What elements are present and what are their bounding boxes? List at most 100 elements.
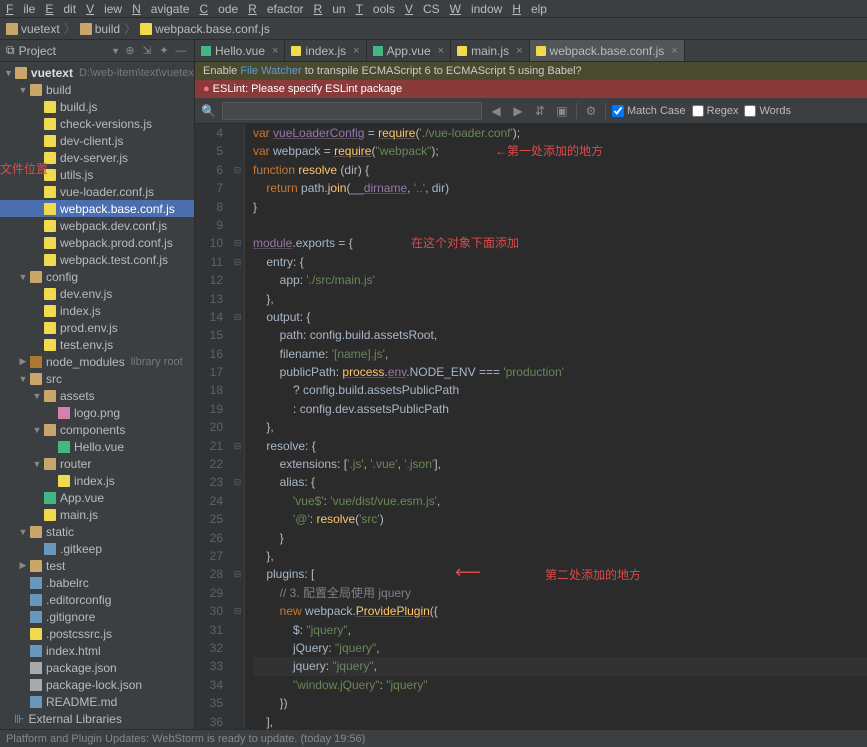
tree-item--babelrc[interactable]: .babelrc	[0, 574, 194, 591]
close-icon[interactable]: ×	[353, 45, 359, 57]
settings-icon[interactable]: ✦	[157, 44, 171, 58]
txt-icon	[30, 577, 42, 589]
code-editor[interactable]: 4567891011121314151617181920212223242526…	[195, 124, 867, 729]
close-icon[interactable]: ×	[516, 45, 522, 57]
words-checkbox[interactable]: Words	[744, 105, 791, 117]
status-message[interactable]: Platform and Plugin Updates: WebStorm is…	[6, 733, 365, 745]
tree-item-index-html[interactable]: index.html	[0, 642, 194, 659]
tree-item-vue-loader-conf-js[interactable]: vue-loader.conf.js	[0, 183, 194, 200]
tree-item-main-js[interactable]: main.js	[0, 506, 194, 523]
scroll-from-source-icon[interactable]: ⊕	[123, 44, 137, 58]
tree-item-router[interactable]: ▼router	[0, 455, 194, 472]
tree-item-build-js[interactable]: build.js	[0, 98, 194, 115]
breadcrumb-folder[interactable]: build	[95, 22, 120, 36]
next-match-icon[interactable]: ▶	[510, 103, 526, 119]
js-icon	[457, 46, 467, 56]
tab-index-js[interactable]: index.js×	[285, 40, 366, 61]
tree-item-webpack-dev-conf-js[interactable]: webpack.dev.conf.js	[0, 217, 194, 234]
menu-window[interactable]: Window	[450, 2, 503, 15]
tree-item-package-lock-json[interactable]: package-lock.json	[0, 676, 194, 693]
tree-item-index-js[interactable]: index.js	[0, 472, 194, 489]
folder-icon	[44, 458, 56, 470]
tree-item--editorconfig[interactable]: .editorconfig	[0, 591, 194, 608]
menu-view[interactable]: View	[86, 2, 122, 15]
tree-item-test[interactable]: ▶test	[0, 557, 194, 574]
tree-item-node_modules[interactable]: ▶node_moduleslibrary root	[0, 353, 194, 370]
file-watcher-link[interactable]: File Watcher	[240, 65, 301, 77]
tree-item-logo-png[interactable]: logo.png	[0, 404, 194, 421]
breadcrumb-file[interactable]: webpack.base.conf.js	[155, 22, 270, 36]
tree-item-src[interactable]: ▼src	[0, 370, 194, 387]
menu-help[interactable]: Help	[512, 2, 547, 15]
menu-file[interactable]: File	[6, 2, 35, 15]
breadcrumb: vuetext 〉 build 〉 webpack.base.conf.js	[0, 18, 867, 40]
js-icon	[44, 509, 56, 521]
close-icon[interactable]: ×	[438, 45, 444, 57]
folder-icon	[30, 84, 42, 96]
vue-icon	[58, 441, 70, 453]
tree-item-build[interactable]: ▼build	[0, 81, 194, 98]
tree-item-check-versions-js[interactable]: check-versions.js	[0, 115, 194, 132]
tree-item-webpack-test-conf-js[interactable]: webpack.test.conf.js	[0, 251, 194, 268]
json-icon	[30, 679, 42, 691]
collapse-all-icon[interactable]: ⇲	[140, 44, 154, 58]
eslint-error-banner: ●ESLint: Please specify ESLint package	[195, 80, 867, 98]
menu-code[interactable]: Code	[199, 2, 238, 15]
tree-item--postcssrc-js[interactable]: .postcssrc.js	[0, 625, 194, 642]
menu-edit[interactable]: Edit	[45, 2, 76, 15]
editor-tabs: Hello.vue×index.js×App.vue×main.js×webpa…	[195, 40, 867, 62]
tree-item-webpack-base-conf-js[interactable]: webpack.base.conf.js	[0, 200, 194, 217]
tree-item-dev-env-js[interactable]: dev.env.js	[0, 285, 194, 302]
annotation: 第二处添加的地方	[545, 566, 641, 584]
tree-item-index-js[interactable]: index.js	[0, 302, 194, 319]
tree-item-config[interactable]: ▼config	[0, 268, 194, 285]
breadcrumb-project[interactable]: vuetext	[21, 22, 60, 36]
txt-icon	[44, 543, 56, 555]
tree-item--gitkeep[interactable]: .gitkeep	[0, 540, 194, 557]
js-icon	[58, 475, 70, 487]
search-input[interactable]	[222, 102, 482, 120]
txt-icon	[30, 645, 42, 657]
regex-checkbox[interactable]: Regex	[692, 105, 739, 117]
tab-main-js[interactable]: main.js×	[451, 40, 529, 61]
file-watcher-banner: Enable File Watcher to transpile ECMAScr…	[195, 62, 867, 80]
tab-App-vue[interactable]: App.vue×	[367, 40, 451, 61]
menu-run[interactable]: Run	[314, 2, 346, 15]
add-selection-icon[interactable]: ▣	[554, 103, 570, 119]
vue-icon	[44, 492, 56, 504]
tree-item-dev-client-js[interactable]: dev-client.js	[0, 132, 194, 149]
tree-item-App-vue[interactable]: App.vue	[0, 489, 194, 506]
folder-icon	[6, 23, 18, 35]
menu-vcs[interactable]: VCS	[405, 2, 440, 15]
external-libraries[interactable]: ⊪External Libraries	[0, 710, 194, 727]
hide-icon[interactable]: —	[174, 44, 188, 58]
js-icon	[44, 288, 56, 300]
folder-icon	[30, 526, 42, 538]
menu-tools[interactable]: Tools	[356, 2, 395, 15]
tree-item--gitignore[interactable]: .gitignore	[0, 608, 194, 625]
txt-icon	[30, 611, 42, 623]
tree-item-package-json[interactable]: package.json	[0, 659, 194, 676]
menu-refactor[interactable]: Refactor	[248, 2, 303, 15]
menu-navigate[interactable]: Navigate	[132, 2, 189, 15]
select-all-icon[interactable]: ⇵	[532, 103, 548, 119]
tree-item-README-md[interactable]: README.md	[0, 693, 194, 710]
close-icon[interactable]: ×	[671, 45, 677, 57]
tree-item-components[interactable]: ▼components	[0, 421, 194, 438]
close-icon[interactable]: ×	[272, 45, 278, 57]
js-icon	[44, 339, 56, 351]
tree-item-static[interactable]: ▼static	[0, 523, 194, 540]
match-case-checkbox[interactable]: Match Case	[612, 105, 686, 117]
tab-webpack-base-conf-js[interactable]: webpack.base.conf.js×	[530, 40, 685, 61]
filter-icon[interactable]: ⚙	[583, 103, 599, 119]
tree-item-prod-env-js[interactable]: prod.env.js	[0, 319, 194, 336]
sidebar-title[interactable]: Project	[19, 44, 112, 58]
tree-item-Hello-vue[interactable]: Hello.vue	[0, 438, 194, 455]
tree-item-test-env-js[interactable]: test.env.js	[0, 336, 194, 353]
annotation: ←第一处添加的地方	[495, 142, 603, 160]
tree-root[interactable]: ▼vuetextD:\web-item\text\vuetext	[0, 64, 194, 81]
tab-Hello-vue[interactable]: Hello.vue×	[195, 40, 285, 61]
tree-item-webpack-prod-conf-js[interactable]: webpack.prod.conf.js	[0, 234, 194, 251]
prev-match-icon[interactable]: ◀	[488, 103, 504, 119]
tree-item-assets[interactable]: ▼assets	[0, 387, 194, 404]
